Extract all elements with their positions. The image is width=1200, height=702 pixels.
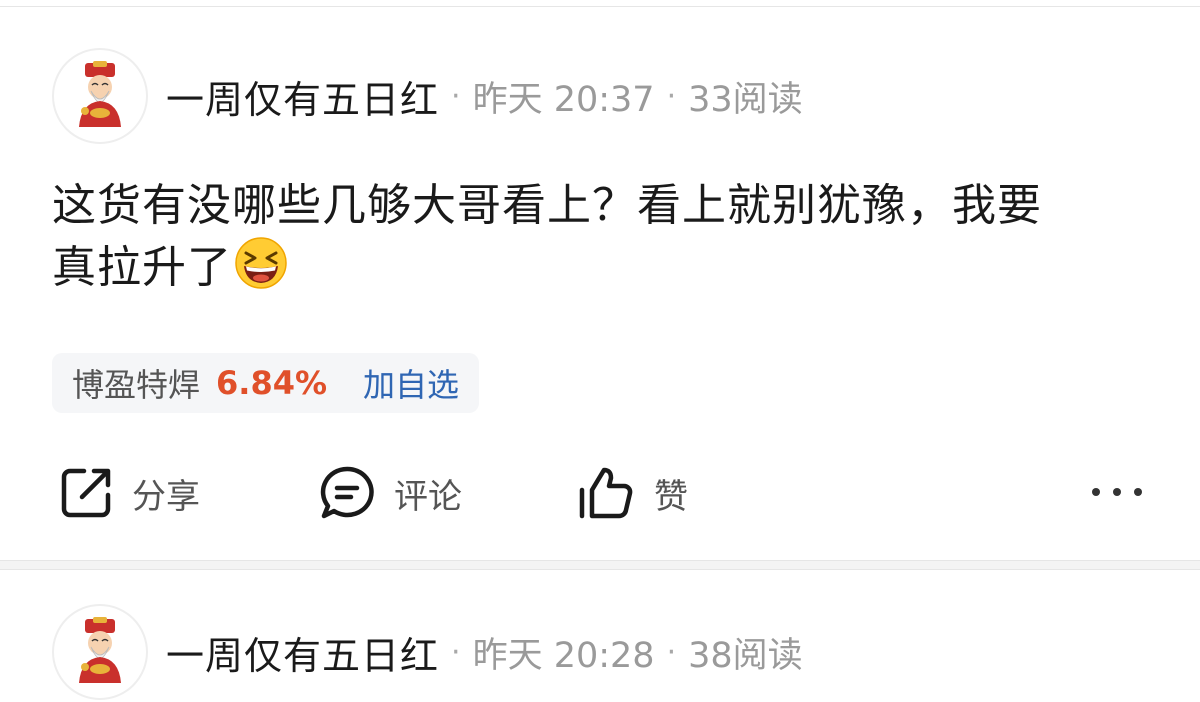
post-card[interactable]: 一周仅有五日红 · 昨天 20:37 · 33阅读 这货有没哪些几够大哥看上？看… [0,8,1200,560]
post-meta: 一周仅有五日红 · 昨天 20:37 · 33阅读 [166,69,803,124]
meta-separator: · [451,78,461,114]
post-meta: 一周仅有五日红 · 昨天 20:28 · 38阅读 [166,625,803,680]
grinning-squinting-face-icon [234,236,288,306]
stock-change: 6.84% [216,364,328,402]
avatar[interactable] [52,48,148,144]
post-header: 一周仅有五日红 · 昨天 20:28 · 38阅读 [52,602,803,702]
meta-separator: · [666,634,677,670]
god-of-wealth-avatar-icon [79,61,121,127]
share-label: 分享 [132,476,200,517]
comment-icon [320,466,374,519]
post-time: 昨天 20:28 [472,635,655,676]
post-actions: 分享 评论 赞 [52,463,1152,523]
post-content[interactable]: 这货有没哪些几够大哥看上？看上就别犹豫，我要真拉升了 [52,176,1072,306]
post-card[interactable]: 一周仅有五日红 · 昨天 20:28 · 38阅读 [0,570,1200,700]
stock-name[interactable]: 博盈特焊 [72,360,200,406]
read-count: 33阅读 [688,79,803,120]
post-separator [0,560,1200,570]
top-divider [0,0,1200,7]
god-of-wealth-avatar-icon [79,617,121,683]
post-header: 一周仅有五日红 · 昨天 20:37 · 33阅读 [52,46,803,146]
share-icon [61,468,111,518]
more-dot [1134,488,1142,496]
thumbs-up-icon [579,467,633,519]
post-text: 这货有没哪些几够大哥看上？看上就别犹豫，我要真拉升了 [52,180,1042,293]
meta-separator: · [451,634,461,670]
comment-button[interactable]: 评论 [318,463,462,523]
add-to-watchlist-button[interactable]: 加自选 [363,360,459,406]
like-label: 赞 [654,476,688,517]
stock-chip[interactable]: 博盈特焊 6.84% 加自选 [52,353,480,413]
read-count: 38阅读 [688,635,803,676]
username[interactable]: 一周仅有五日红 [166,625,439,680]
share-button[interactable]: 分享 [58,463,200,523]
post-time: 昨天 20:37 [472,79,655,120]
more-dots-icon[interactable] [1092,477,1142,507]
like-button[interactable]: 赞 [576,463,688,523]
more-dot [1092,488,1100,496]
more-dot [1113,488,1121,496]
comment-label: 评论 [394,476,462,517]
meta-separator: · [666,78,677,114]
username[interactable]: 一周仅有五日红 [166,69,439,124]
